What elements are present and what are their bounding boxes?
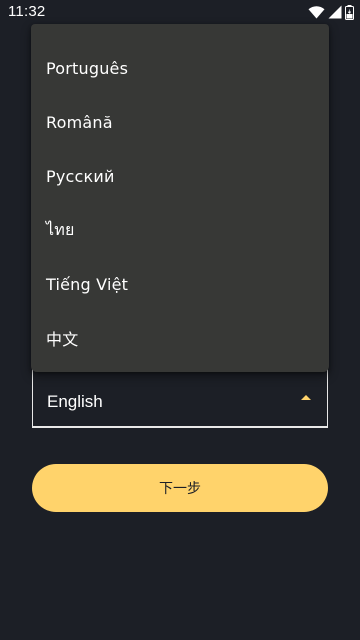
menu-item-russian[interactable]: Русский (31, 149, 329, 203)
status-icons (308, 4, 354, 20)
language-select-screen: 11:32 语言 E (0, 0, 360, 640)
language-select-value: English (47, 392, 103, 411)
menu-item-chinese[interactable]: 中文 (31, 311, 329, 365)
menu-item-vietnamese[interactable]: Tiếng Việt (31, 257, 329, 311)
battery-icon (345, 4, 354, 20)
menu-item-romanian[interactable]: Română (31, 95, 329, 149)
next-button[interactable]: 下一步 (32, 464, 328, 512)
status-time: 11:32 (8, 3, 46, 20)
language-select[interactable]: 语言 English (32, 357, 328, 428)
menu-item-portuguese[interactable]: Português (31, 41, 329, 95)
language-dropdown-menu: Português Română Русский ไทย Tiếng Việt … (31, 24, 329, 372)
wifi-icon (308, 5, 325, 19)
menu-item-thai[interactable]: ไทย (31, 203, 329, 257)
arrow-up-icon (301, 395, 311, 400)
cell-signal-icon (328, 5, 342, 19)
status-bar: 11:32 (0, 0, 360, 24)
